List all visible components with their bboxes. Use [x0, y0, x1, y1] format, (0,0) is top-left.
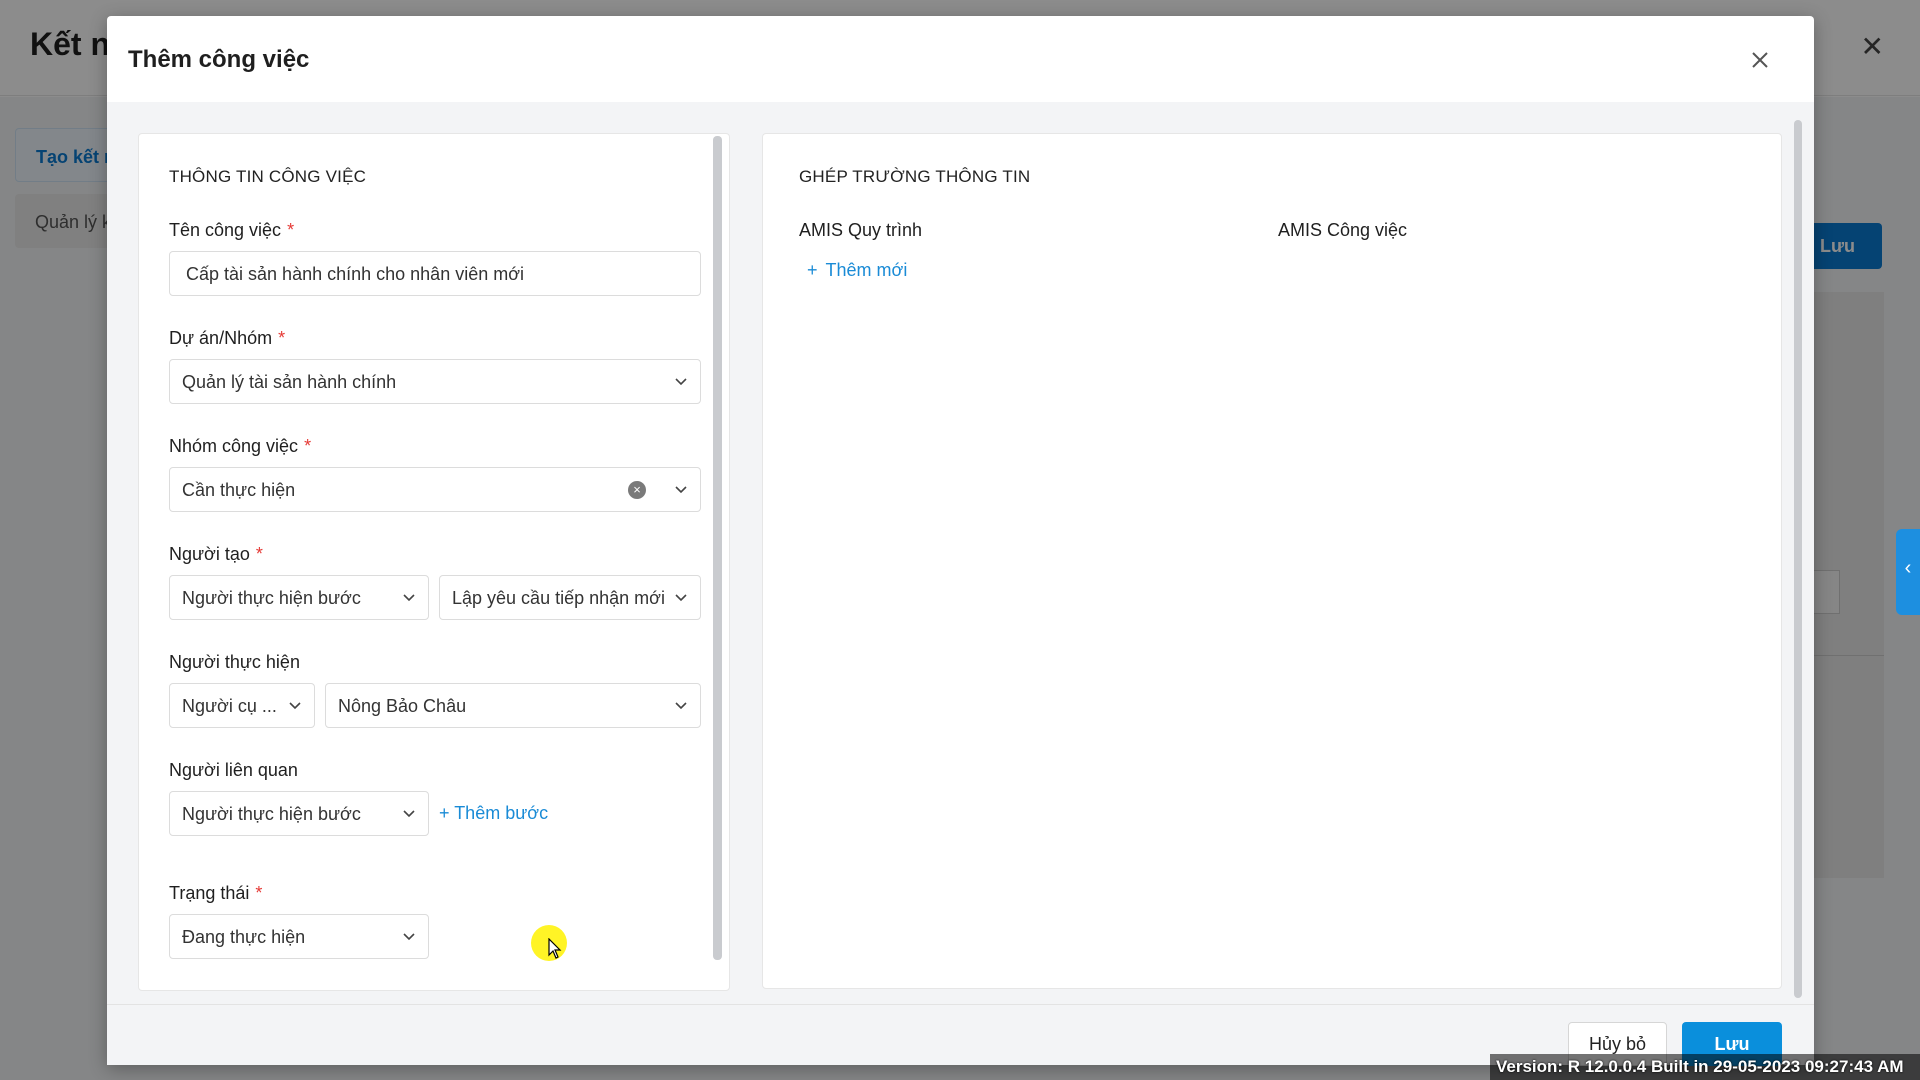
field-mapping-section-title: GHÉP TRƯỜNG THÔNG TIN	[799, 167, 1031, 186]
assignee-type-select[interactable]: Người cụ ...	[169, 683, 315, 728]
chevron-down-icon	[674, 698, 688, 712]
add-step-link[interactable]: + Thêm bước	[439, 803, 548, 824]
chevron-down-icon	[288, 698, 302, 712]
close-icon[interactable]	[1746, 46, 1774, 74]
creator-label: Người tạo *	[169, 544, 263, 564]
modal-title: Thêm công việc	[128, 46, 310, 73]
task-name-input[interactable]: Cấp tài sản hành chính cho nhân viên mới	[169, 251, 701, 296]
creator-type-select[interactable]: Người thực hiện bước	[169, 575, 429, 620]
project-label: Dự án/Nhóm *	[169, 328, 286, 348]
project-select[interactable]: Quản lý tài sản hành chính	[169, 359, 701, 404]
creator-step-select[interactable]: Lập yêu cầu tiếp nhận mới	[439, 575, 701, 620]
chevron-down-icon	[402, 806, 416, 820]
status-select-value: Đang thực hiện	[182, 927, 306, 947]
version-label: Version: R 12.0.0.4 Built in 29-05-2023 …	[1490, 1054, 1920, 1080]
related-label: Người liên quan	[169, 760, 298, 780]
task-info-scrollbar[interactable]	[713, 136, 722, 960]
modal-body-scrollbar[interactable]	[1794, 120, 1802, 998]
chevron-down-icon	[402, 929, 416, 943]
side-collapse-tab[interactable]: ‹	[1896, 529, 1920, 615]
task-group-select-value: Cần thực hiện	[182, 480, 296, 500]
task-name-label: Tên công việc *	[169, 220, 295, 240]
plus-icon: +	[807, 260, 818, 280]
assignee-person-select[interactable]: Nông Bảo Châu	[325, 683, 701, 728]
modal-body: THÔNG TIN CÔNG VIỆC Tên công việc * Cấp t…	[107, 102, 1814, 1004]
chevron-down-icon	[674, 590, 688, 604]
task-group-label: Nhóm công việc *	[169, 436, 312, 456]
add-task-modal: Thêm công việc THÔNG TIN CÔNG VIỆC Tên c…	[107, 16, 1814, 1066]
chevron-down-icon	[674, 482, 688, 496]
project-select-value: Quản lý tài sản hành chính	[182, 372, 397, 392]
status-label: Trạng thái *	[169, 883, 263, 903]
amis-process-column-header: AMIS Quy trình	[799, 220, 923, 240]
assignee-person-value: Nông Bảo Châu	[338, 696, 467, 716]
task-info-section-title: THÔNG TIN CÔNG VIỆC	[169, 167, 367, 186]
assignee-label: Người thực hiện	[169, 652, 300, 672]
assignee-type-value: Người cụ ...	[182, 696, 277, 716]
related-type-value: Người thực hiện bước	[182, 804, 361, 824]
mouse-pointer-icon	[548, 937, 562, 965]
modal-header: Thêm công việc	[107, 16, 1814, 102]
field-mapping-card: GHÉP TRƯỜNG THÔNG TIN AMIS Quy trình AMI…	[762, 133, 1782, 989]
add-new-label: Thêm mới	[825, 260, 908, 280]
status-select[interactable]: Đang thực hiện	[169, 914, 429, 959]
creator-step-value: Lập yêu cầu tiếp nhận mới	[452, 588, 665, 608]
chevron-down-icon	[674, 374, 688, 388]
creator-type-value: Người thực hiện bước	[182, 588, 361, 608]
task-info-card: THÔNG TIN CÔNG VIỆC Tên công việc * Cấp t…	[138, 133, 730, 991]
chevron-left-icon: ‹	[1904, 557, 1912, 579]
amis-task-column-header: AMIS Công việc	[1278, 220, 1408, 240]
task-group-select[interactable]: Cần thực hiện ×	[169, 467, 701, 512]
clear-icon[interactable]: ×	[628, 481, 646, 499]
add-new-mapping-link[interactable]: + Thêm mới	[807, 260, 907, 281]
chevron-down-icon	[402, 590, 416, 604]
related-type-select[interactable]: Người thực hiện bước	[169, 791, 429, 836]
